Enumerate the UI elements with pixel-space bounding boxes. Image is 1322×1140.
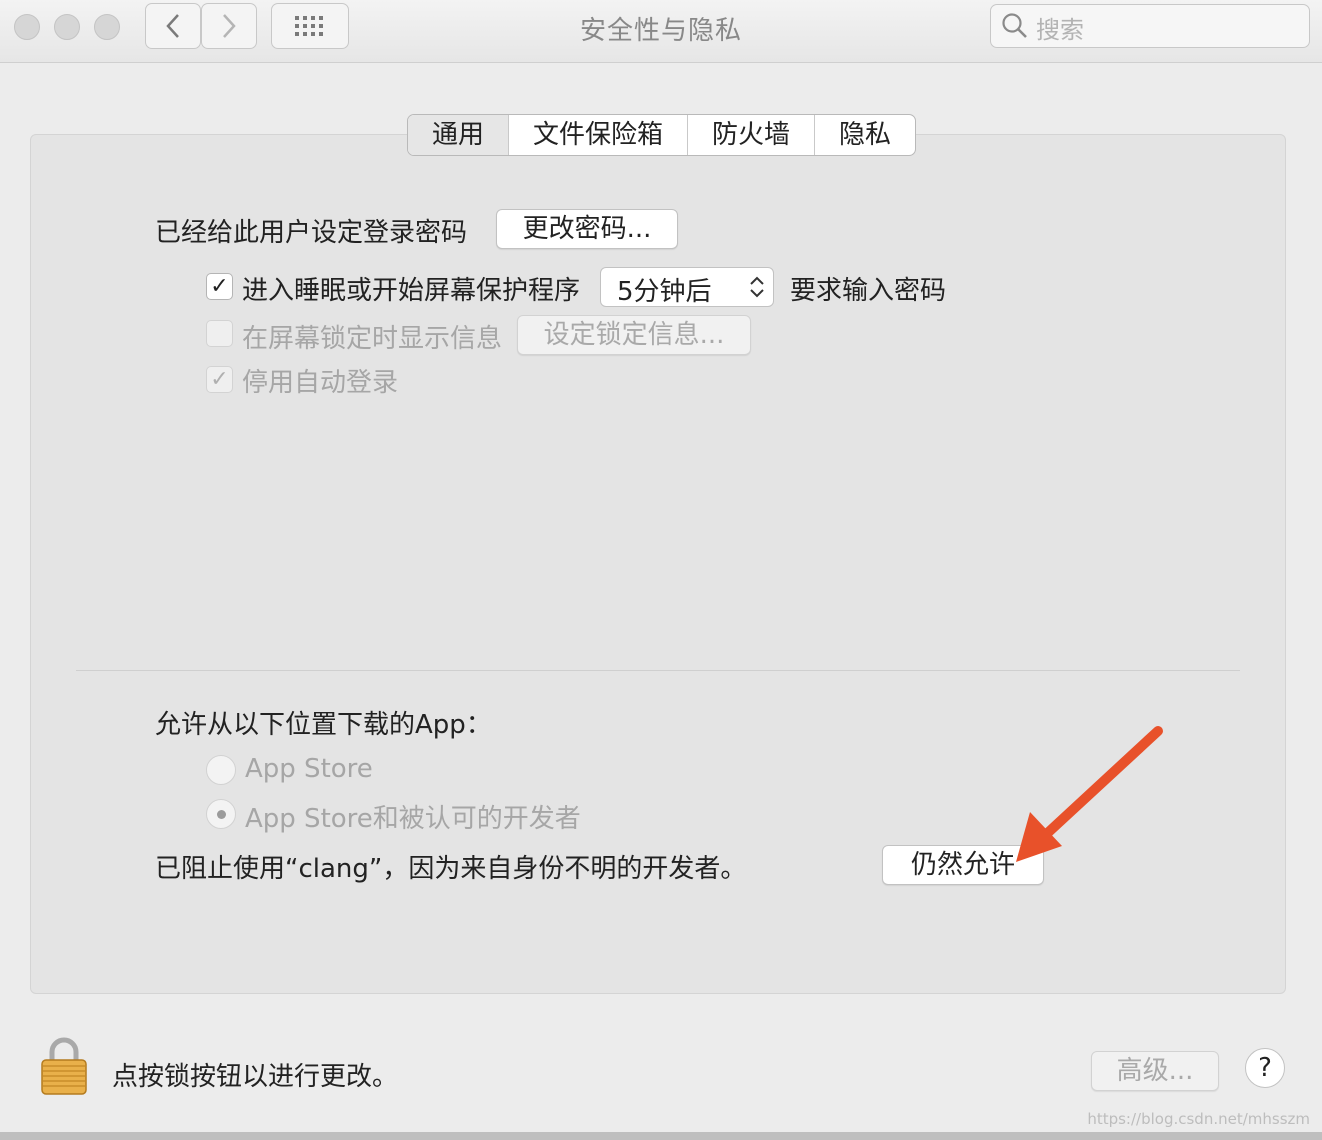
tab-firewall[interactable]: 防火墙 (688, 115, 816, 155)
checkmark-icon: ✓ (210, 274, 229, 299)
disable-autologin-label: 停用自动登录 (242, 368, 399, 398)
password-delay-select[interactable]: 5分钟后 (600, 267, 774, 307)
show-lock-message-label: 在屏幕锁定时显示信息 (242, 324, 503, 354)
lock-icon[interactable] (40, 1036, 88, 1096)
allow-anyway-button[interactable]: 仍然允许 (882, 845, 1044, 885)
radio-app-store[interactable] (206, 755, 236, 785)
set-lock-message-button[interactable]: 设定锁定信息... (517, 315, 751, 355)
updown-chevron-icon (750, 276, 764, 298)
require-password-suffix: 要求输入密码 (790, 276, 947, 306)
section-divider (76, 670, 1240, 671)
checkmark-icon: ✓ (210, 367, 229, 392)
advanced-button[interactable]: 高级... (1091, 1051, 1219, 1091)
radio-app-store-label: App Store (245, 754, 373, 784)
search-placeholder: 搜索 (1036, 16, 1084, 44)
background-window-strip (0, 1132, 1322, 1140)
radio-selected-dot (217, 810, 226, 819)
disable-autologin-checkbox[interactable]: ✓ (206, 366, 233, 393)
radio-app-store-identified[interactable] (206, 799, 236, 829)
downloads-heading: 允许从以下位置下载的App： (155, 710, 492, 740)
tab-privacy[interactable]: 隐私 (815, 115, 915, 155)
require-password-checkbox[interactable]: ✓ (206, 273, 233, 300)
require-password-label: 进入睡眠或开始屏幕保护程序 (242, 276, 581, 306)
tab-general[interactable]: 通用 (408, 115, 510, 155)
show-lock-message-checkbox[interactable] (206, 320, 233, 347)
help-button[interactable]: ? (1245, 1048, 1285, 1088)
blocked-app-message: 已阻止使用“clang”，因为来自身份不明的开发者。 (155, 854, 747, 884)
tab-filevault[interactable]: 文件保险箱 (509, 115, 689, 155)
password-set-label: 已经给此用户设定登录密码 (155, 218, 468, 248)
watermark: https://blog.csdn.net/mhsszm (1087, 1110, 1310, 1128)
lock-hint-label: 点按锁按钮以进行更改。 (112, 1062, 399, 1092)
search-icon (1002, 13, 1027, 38)
tab-bar: 通用 文件保险箱 防火墙 隐私 (407, 114, 917, 156)
password-delay-value: 5分钟后 (617, 277, 712, 307)
change-password-button[interactable]: 更改密码... (496, 209, 678, 249)
radio-app-store-identified-label: App Store和被认可的开发者 (245, 804, 581, 834)
title-bar: 安全性与隐私 搜索 (0, 0, 1322, 63)
